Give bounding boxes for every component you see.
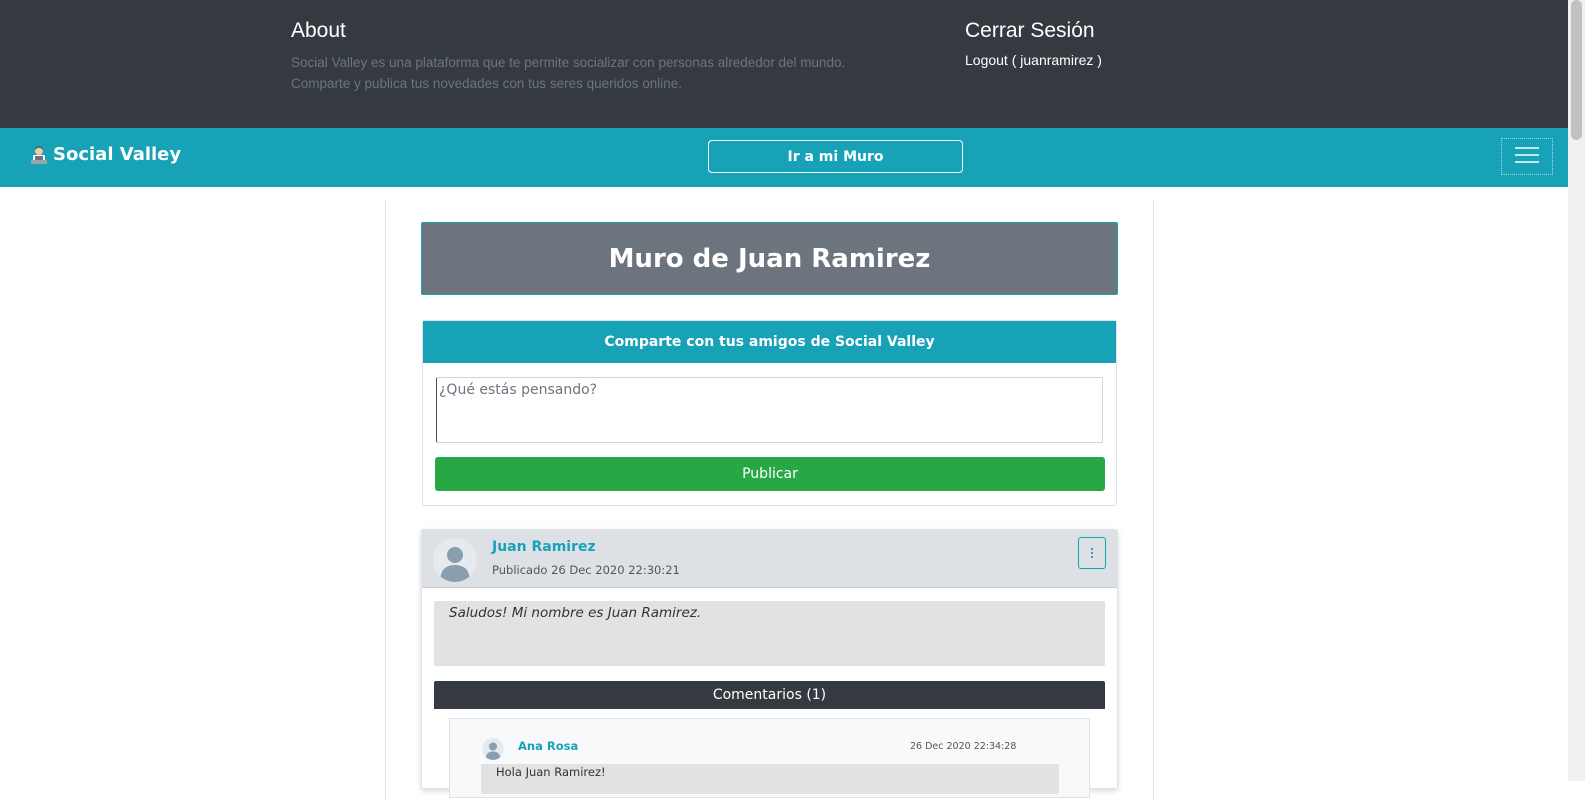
post-body: Saludos! Mi nombre es Juan Ramirez. (434, 601, 1105, 666)
navbar-toggler-button[interactable] (1501, 138, 1553, 175)
navbar: Social Valley Ir a mi Muro (0, 128, 1568, 187)
kebab-menu-icon (1090, 547, 1094, 559)
logout-title: Cerrar Sesión (965, 19, 1095, 42)
comment-card: Ana Rosa 26 Dec 2020 22:34:28 Hola Juan … (449, 718, 1090, 798)
publish-button[interactable]: Publicar (435, 457, 1105, 491)
post-author-link[interactable]: Juan Ramirez (492, 539, 596, 555)
go-to-wall-button[interactable]: Ir a mi Muro (708, 140, 963, 173)
share-card: Comparte con tus amigos de Social Valley… (422, 320, 1117, 506)
user-avatar-icon (440, 547, 470, 582)
user-at-computer-icon (30, 145, 48, 165)
post-header: Juan Ramirez Publicado 26 Dec 2020 22:30… (422, 530, 1117, 588)
share-card-header: Comparte con tus amigos de Social Valley (423, 321, 1116, 363)
avatar (482, 738, 504, 760)
logout-link[interactable]: Logout ( juanramirez ) (965, 52, 1102, 68)
brand-link[interactable]: Social Valley (30, 144, 181, 165)
scrollbar-thumb[interactable] (1571, 0, 1582, 140)
post-card: Juan Ramirez Publicado 26 Dec 2020 22:30… (421, 529, 1118, 798)
page-scrollbar[interactable] (1568, 0, 1585, 781)
post-options-button[interactable] (1078, 537, 1106, 569)
about-text: Social Valley es una plataforma que te p… (291, 55, 846, 91)
post-textarea[interactable] (436, 377, 1103, 443)
comments-toggle[interactable]: Comentarios (1) (434, 681, 1105, 709)
avatar (433, 538, 477, 582)
wall-title: Muro de Juan Ramirez (421, 222, 1118, 295)
comment-author-link[interactable]: Ana Rosa (518, 739, 578, 753)
comment-date: 26 Dec 2020 22:34:28 (910, 741, 1017, 752)
comment-body: Hola Juan Ramirez! (481, 764, 1059, 794)
user-avatar-icon (485, 742, 501, 760)
hamburger-menu-icon (1515, 145, 1539, 169)
post-date: Publicado 26 Dec 2020 22:30:21 (492, 563, 680, 577)
brand-text: Social Valley (53, 144, 182, 165)
top-info-panel: About Social Valley es una plataforma qu… (0, 0, 1568, 128)
about-title: About (291, 19, 346, 42)
